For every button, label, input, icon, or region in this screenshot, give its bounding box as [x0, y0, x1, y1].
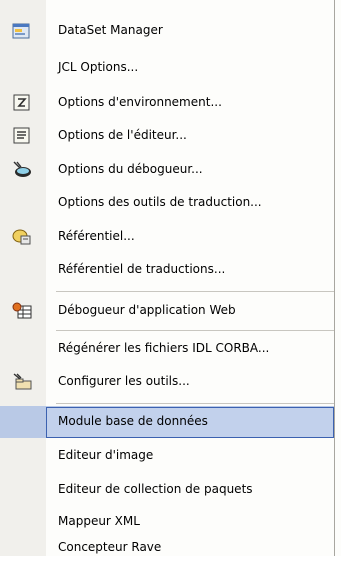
menu-item-label: Régénérer les fichiers IDL CORBA...: [58, 341, 270, 355]
dataset-manager-icon: [11, 21, 33, 41]
menu-item-label: JCL Options...: [58, 60, 139, 74]
menu-item-label: Editeur de collection de paquets: [58, 482, 253, 496]
menu-item-translation-tools-options[interactable]: Options des outils de traduction...: [0, 187, 334, 219]
menu-item-label: Options de l'éditeur...: [58, 128, 187, 142]
menu-item-label: Référentiel...: [58, 229, 135, 243]
menu-item-editor-options[interactable]: Options de l'éditeur...: [0, 120, 334, 152]
menu-item-environment-options[interactable]: Options d'environnement...: [0, 87, 334, 119]
menu-item-regenerate-corba-idl[interactable]: Régénérer les fichiers IDL CORBA...: [0, 333, 334, 365]
editor-options-icon: [11, 126, 33, 146]
menu-item-label: Options du débogueur...: [58, 162, 203, 176]
menu-item-label: Options des outils de traduction...: [58, 195, 262, 209]
environment-options-icon: [11, 93, 33, 113]
web-debugger-icon: [11, 301, 33, 321]
debugger-options-icon: [11, 160, 33, 180]
configure-tools-icon: [11, 372, 33, 392]
menu-border: [334, 0, 335, 556]
menu-item-web-app-debugger[interactable]: Débogueur d'application Web: [0, 295, 334, 327]
menu-item-image-editor[interactable]: Editeur d'image: [0, 440, 334, 472]
menu-item-jcl-options[interactable]: JCL Options...: [0, 52, 334, 84]
menu-item-label: Débogueur d'application Web: [58, 303, 236, 317]
menu-item-label: Référentiel de traductions...: [58, 262, 226, 276]
menu-item-translation-repository[interactable]: Référentiel de traductions...: [0, 254, 334, 286]
menu-separator: [56, 403, 334, 404]
menu-separator: [56, 291, 334, 292]
repository-icon: [11, 227, 33, 247]
menu-item-package-collection-editor[interactable]: Editeur de collection de paquets: [0, 474, 334, 506]
menu-item-rave-designer[interactable]: Concepteur Rave: [0, 532, 334, 564]
menu-item-label: Mappeur XML: [58, 514, 140, 528]
menu-item-database-module[interactable]: Module base de données: [0, 406, 334, 438]
menu-item-label: Configurer les outils...: [58, 374, 190, 388]
menu-item-repository[interactable]: Référentiel...: [0, 221, 334, 253]
menu-separator: [56, 330, 334, 331]
menu-item-debugger-options[interactable]: Options du débogueur...: [0, 154, 334, 186]
menu-item-label: Concepteur Rave: [58, 540, 162, 554]
menu-item-label: Module base de données: [58, 414, 208, 428]
menu-item-configure-tools[interactable]: Configurer les outils...: [0, 366, 334, 398]
tools-menu: DataSet Manager JCL Options... Options d…: [0, 0, 341, 556]
menu-item-label: Options d'environnement...: [58, 95, 222, 109]
menu-item-dataset-manager[interactable]: DataSet Manager: [0, 15, 334, 47]
menu-item-label: Editeur d'image: [58, 448, 154, 462]
menu-item-label: DataSet Manager: [58, 23, 163, 37]
